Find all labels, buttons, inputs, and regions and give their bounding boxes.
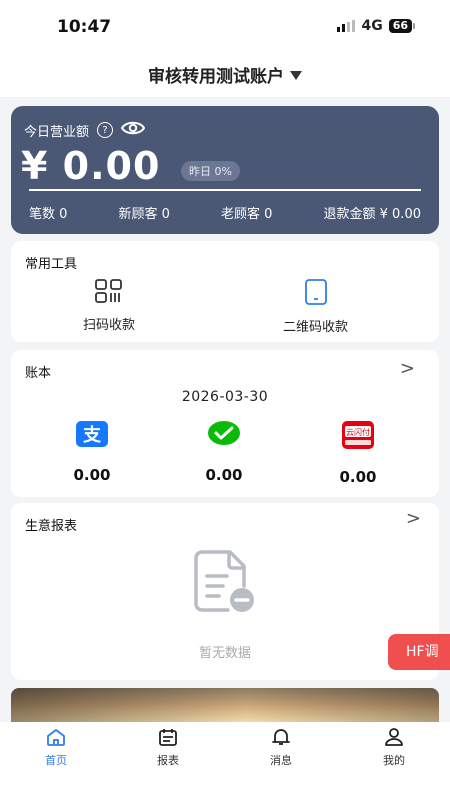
wechat-value: 0.00 (205, 466, 243, 484)
empty-text: 暂无数据 (198, 646, 251, 661)
scan-pay-button[interactable]: 扫码收款 (83, 278, 135, 333)
tab-home-label: 首页 (45, 754, 67, 767)
status-indicators: 4G 66 (337, 18, 416, 34)
home-icon (46, 728, 66, 749)
caret-down-icon (290, 71, 302, 80)
chevron-right-icon[interactable]: > (400, 358, 415, 379)
calendar-icon (158, 728, 178, 749)
wechat-column: 0.00 (169, 420, 279, 484)
svg-text:支: 支 (82, 424, 102, 446)
tab-profile-label: 我的 (383, 754, 405, 767)
stat-old-customers: 老顾客 0 (221, 207, 273, 222)
person-icon (384, 728, 404, 749)
ledger-title: 账本 (25, 366, 52, 381)
alipay-icon: 支 (75, 420, 109, 452)
hf-floating-button[interactable]: HF调 (388, 634, 450, 670)
tools-card: 常用工具 扫码收款 二维码收款 (11, 241, 439, 342)
tablet-icon (303, 278, 329, 310)
ledger-date: 2026-03-30 (181, 389, 269, 405)
alipay-column: 支 0.00 (37, 420, 147, 484)
eye-icon[interactable] (120, 120, 146, 140)
scan-pay-label: 扫码收款 (83, 318, 136, 333)
qr-pay-label: 二维码收款 (283, 320, 349, 335)
svg-text:云闪付: 云闪付 (346, 427, 370, 437)
bell-icon (271, 728, 291, 749)
chevron-right-icon[interactable]: > (406, 508, 421, 529)
battery-icon: 66 (388, 19, 416, 33)
empty-document-icon (192, 550, 258, 618)
empty-state: 暂无数据 (11, 550, 439, 661)
help-icon[interactable]: ? (97, 122, 114, 138)
revenue-stats: 笔数 0 新顾客 0 老顾客 0 退款金额 ¥ 0.00 (29, 203, 421, 222)
divider (29, 189, 421, 191)
stat-count: 笔数 0 (29, 207, 68, 222)
account-switcher[interactable]: 审核转用测试账户 (0, 52, 450, 97)
tab-bar: 首页 报表 消息 我的 (0, 722, 450, 800)
tools-title: 常用工具 (25, 257, 78, 272)
unionpay-value: 0.00 (339, 468, 377, 486)
qr-pay-button[interactable]: 二维码收款 (283, 278, 348, 335)
revenue-label: 今日营业额 (24, 124, 90, 140)
tab-report[interactable]: 报表 (138, 728, 198, 768)
signal-icon (337, 20, 356, 32)
alipay-value: 0.00 (73, 466, 111, 484)
tab-home[interactable]: 首页 (26, 728, 86, 768)
ledger-card[interactable]: 账本 > 2026-03-30 支 0.00 0.00 云闪付 0.00 (11, 350, 439, 497)
network-label: 4G (361, 18, 383, 34)
unionpay-cloud-icon: 云闪付 (341, 420, 375, 454)
yesterday-badge: 昨日 0% (181, 161, 240, 181)
status-bar: 10:47 4G 66 (0, 0, 450, 52)
status-time: 10:47 (57, 17, 112, 37)
revenue-amount: ¥ 0.00 (21, 144, 161, 188)
wechat-pay-icon (207, 420, 241, 452)
tab-messages-label: 消息 (270, 754, 292, 767)
tab-messages[interactable]: 消息 (251, 728, 311, 768)
revenue-card: 今日营业额 ? ¥ 0.00 昨日 0% 笔数 0 新顾客 0 老顾客 0 退款… (11, 106, 439, 234)
stat-new-customers: 新顾客 0 (118, 207, 170, 222)
promo-banner[interactable] (11, 688, 439, 722)
tab-report-label: 报表 (157, 754, 179, 767)
stat-refund: 退款金额 ¥ 0.00 (323, 207, 421, 222)
qr-scan-icon (94, 278, 124, 308)
account-title: 审核转用测试账户 (148, 67, 284, 87)
report-card[interactable]: 生意报表 > 暂无数据 (11, 503, 439, 680)
unionpay-column: 云闪付 0.00 (303, 420, 413, 486)
report-title: 生意报表 (25, 519, 78, 534)
tab-profile[interactable]: 我的 (364, 728, 424, 768)
